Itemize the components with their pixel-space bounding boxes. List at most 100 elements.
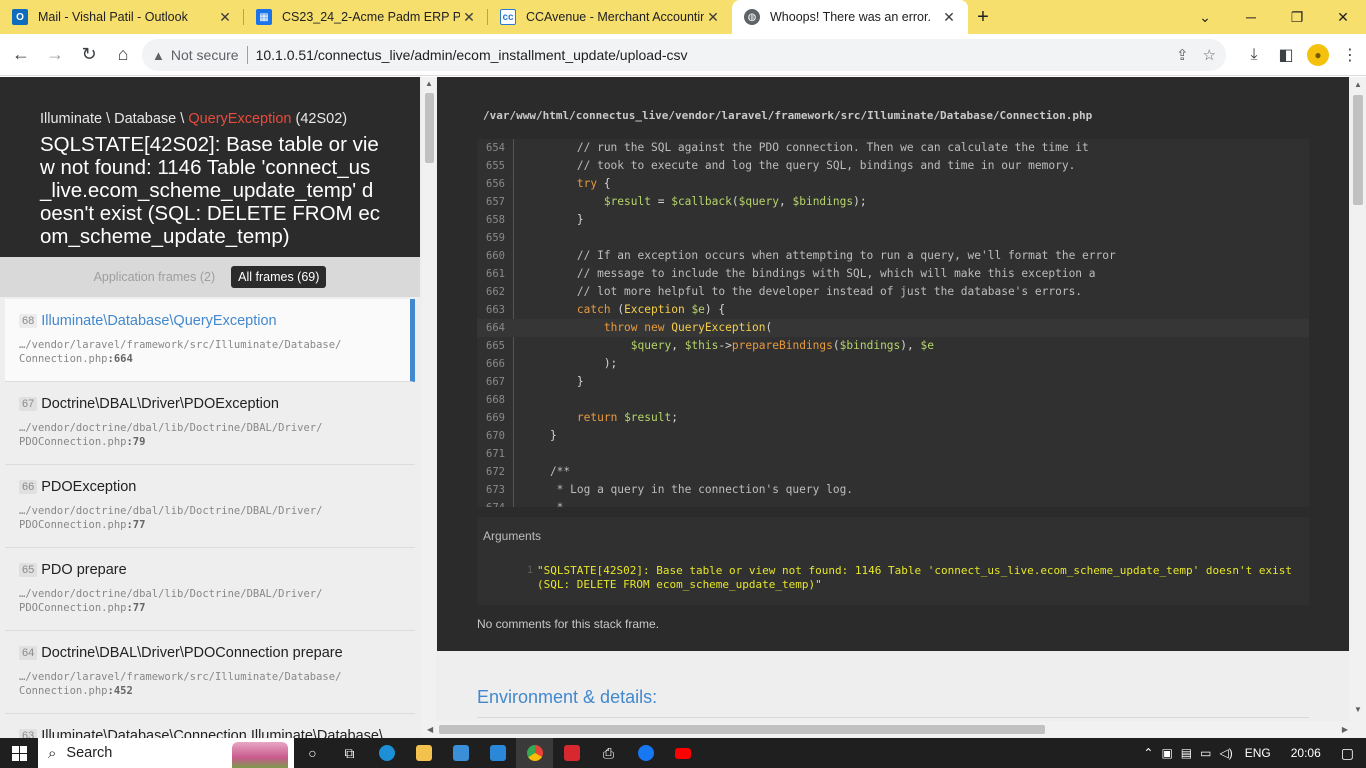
- code-line: 657 $result = $callback($query, $binding…: [477, 193, 1309, 211]
- back-icon[interactable]: ←: [4, 38, 38, 72]
- language-indicator[interactable]: ENG: [1237, 746, 1279, 760]
- line-number: 674: [477, 499, 505, 507]
- frame-item[interactable]: 65 PDO prepare …/vendor/doctrine/dbal/lib…: [5, 548, 415, 631]
- code-line: 660 // If an exception occurs when attem…: [477, 247, 1309, 265]
- mail-icon[interactable]: [479, 738, 516, 768]
- display-icon[interactable]: ▭: [1196, 746, 1215, 760]
- page-scrollbar[interactable]: ▲ ▼: [1350, 77, 1366, 738]
- frame-path: …/vendor/doctrine/dbal/lib/Doctrine/DBAL…: [19, 422, 323, 434]
- frame-path: …/vendor/laravel/framework/src/Illuminat…: [19, 671, 342, 683]
- no-comments-text: No comments for this stack frame.: [477, 617, 660, 631]
- tab-whoops[interactable]: ◍ Whoops! There was an error. ✕: [732, 0, 968, 34]
- printer-icon[interactable]: ⎙: [590, 738, 627, 768]
- horizontal-scrollbar[interactable]: ◀ ▶: [425, 721, 1350, 738]
- side-panel-icon[interactable]: ◧: [1270, 45, 1302, 65]
- edge-icon[interactable]: [368, 738, 405, 768]
- store-icon[interactable]: [442, 738, 479, 768]
- chrome-icon[interactable]: [516, 738, 553, 768]
- tray-chevron-icon[interactable]: ⌃: [1139, 746, 1157, 760]
- frame-item[interactable]: 67 Doctrine\DBAL\Driver\PDOException …/ve…: [5, 382, 415, 465]
- scrollbar-thumb[interactable]: [439, 725, 1045, 734]
- environment-divider: [477, 717, 1309, 718]
- search-label: Search: [66, 745, 113, 761]
- menu-kebab-icon[interactable]: ⋮: [1334, 45, 1366, 65]
- url-text[interactable]: 10.1.0.51/connectus_live/admin/ecom_inst…: [256, 47, 688, 63]
- facebook-icon[interactable]: [627, 738, 664, 768]
- frame-item[interactable]: 64 Doctrine\DBAL\Driver\PDOConnection pre…: [5, 631, 415, 714]
- security-label[interactable]: Not secure: [171, 47, 239, 63]
- start-button[interactable]: [0, 738, 38, 768]
- network-icon[interactable]: ▤: [1177, 746, 1196, 760]
- close-window-icon[interactable]: ✕: [1320, 0, 1366, 34]
- scroll-up-icon[interactable]: ▲: [422, 79, 436, 88]
- warning-icon[interactable]: ▲: [152, 48, 165, 63]
- profile-avatar[interactable]: ●: [1302, 44, 1334, 66]
- wps-icon[interactable]: [553, 738, 590, 768]
- share-icon[interactable]: ⇪: [1176, 46, 1189, 64]
- tab-title: CCAvenue - Merchant Accountin: [526, 10, 704, 24]
- bookmark-star-icon[interactable]: ☆: [1203, 46, 1216, 64]
- exception-header: Illuminate \ Database \ QueryException (…: [0, 77, 420, 257]
- file-explorer-icon[interactable]: [405, 738, 442, 768]
- tab-outlook[interactable]: O Mail - Vishal Patil - Outlook ✕: [0, 0, 244, 34]
- scroll-up-icon[interactable]: ▲: [1350, 80, 1366, 89]
- close-icon[interactable]: ✕: [460, 9, 478, 26]
- task-view-icon[interactable]: ⧉: [331, 738, 368, 768]
- scroll-left-icon[interactable]: ◀: [427, 721, 433, 738]
- close-icon[interactable]: ✕: [940, 9, 958, 26]
- browser-toolbar: ← → ↻ ⌂ ▲ Not secure 10.1.0.51/connectus…: [0, 34, 1366, 76]
- avatar-icon: ●: [1307, 44, 1329, 66]
- home-icon[interactable]: ⌂: [106, 38, 140, 72]
- minimize-icon[interactable]: ─: [1228, 0, 1274, 34]
- new-tab-button[interactable]: +: [968, 0, 998, 34]
- reload-icon[interactable]: ↻: [72, 38, 106, 72]
- line-number: 654: [486, 142, 505, 154]
- code-line: 665 $query, $this->prepareBindings($bind…: [477, 337, 1309, 355]
- frame-class: Illuminate\Database\Connection Illuminat…: [41, 728, 384, 738]
- scroll-down-icon[interactable]: ▼: [1350, 705, 1366, 714]
- code-text: // run the SQL against the PDO connectio…: [523, 141, 1089, 154]
- exception-code: (42S02): [295, 111, 348, 127]
- frame-path: …/vendor/doctrine/dbal/lib/Doctrine/DBAL…: [19, 588, 323, 600]
- meet-icon[interactable]: ▣: [1157, 746, 1176, 760]
- code-text: return $result;: [576, 411, 678, 424]
- notification-icon[interactable]: ▢: [1333, 745, 1366, 762]
- frame-class: PDO prepare: [41, 562, 127, 578]
- volume-icon[interactable]: ◁): [1215, 746, 1236, 760]
- frame-index: 64: [19, 646, 38, 660]
- scrollbar-thumb[interactable]: [425, 93, 434, 163]
- download-icon[interactable]: ⤓: [1238, 46, 1270, 64]
- arguments-title: Arguments: [483, 529, 542, 543]
- youtube-icon[interactable]: [664, 738, 701, 768]
- address-bar[interactable]: ▲ Not secure 10.1.0.51/connectus_live/ad…: [142, 39, 1226, 71]
- tab-title: Whoops! There was an error.: [770, 10, 931, 24]
- frame-item[interactable]: 63 Illuminate\Database\Connection Illumin…: [5, 714, 415, 738]
- line-number: 661: [486, 268, 505, 280]
- frame-item[interactable]: 68 Illuminate\Database\QueryException …/v…: [5, 299, 415, 382]
- frame-file: PDOConnection.php: [19, 436, 127, 448]
- tab-title: Mail - Vishal Patil - Outlook: [38, 10, 188, 24]
- code-line: 673 * Log a query in the connection's qu…: [477, 481, 1309, 499]
- all-frames-button[interactable]: All frames (69): [231, 266, 327, 288]
- close-icon[interactable]: ✕: [216, 9, 234, 26]
- restore-icon[interactable]: ❐: [1274, 0, 1320, 34]
- frame-index: 67: [19, 397, 38, 411]
- frame-line: 664: [113, 353, 133, 365]
- tab-ccavenue[interactable]: cc CCAvenue - Merchant Accountin ✕: [488, 0, 732, 34]
- scrollbar-thumb[interactable]: [1353, 95, 1363, 205]
- forward-icon[interactable]: →: [38, 38, 72, 72]
- frames-scrollbar[interactable]: ▲ ▼: [422, 77, 436, 738]
- tab-search-icon[interactable]: ⌄: [1182, 0, 1228, 34]
- frame-item[interactable]: 66 PDOException …/vendor/doctrine/dbal/li…: [5, 465, 415, 548]
- tab-erp[interactable]: ▦ CS23_24_2-Acme Padm ERP Plat ✕: [244, 0, 488, 34]
- scroll-right-icon[interactable]: ▶: [1342, 721, 1348, 738]
- line-number: 655: [486, 160, 505, 172]
- close-icon[interactable]: ✕: [704, 9, 722, 26]
- line-number: 668: [486, 394, 505, 406]
- application-frames-button[interactable]: Application frames (2): [94, 270, 216, 284]
- clock[interactable]: 20:06: [1279, 746, 1333, 760]
- frame-index: 65: [19, 563, 38, 577]
- cortana-icon[interactable]: ○: [294, 738, 331, 768]
- taskbar-search[interactable]: ⌕ Search: [38, 738, 294, 768]
- code-text: }: [523, 213, 584, 226]
